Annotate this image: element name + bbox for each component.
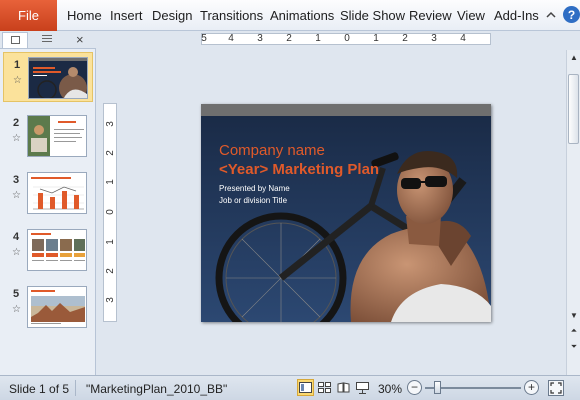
scroll-up-icon[interactable]: ▲ <box>567 50 580 64</box>
ruler-tick: 3 <box>105 121 116 127</box>
slide-sorter-icon[interactable] <box>316 379 333 396</box>
slide-3-preview <box>27 172 87 214</box>
slide-1-preview <box>28 57 88 99</box>
reading-view-icon[interactable] <box>335 379 352 396</box>
outline-tab-icon <box>42 35 52 44</box>
horizontal-ruler[interactable]: 5 4 3 2 1 0 1 2 3 4 <box>201 33 491 45</box>
star-icon: ☆ <box>12 304 21 315</box>
ruler-tick: 5 <box>201 33 207 44</box>
next-slide-icon[interactable]: ⏷ <box>567 340 580 354</box>
normal-view-icon[interactable] <box>297 379 314 396</box>
tab-animations[interactable]: Animations <box>270 8 334 23</box>
slide-thumbnail-4[interactable]: 4 ☆ <box>3 225 93 275</box>
scroll-thumb[interactable] <box>568 74 579 144</box>
slides-tab-icon <box>11 36 20 44</box>
ruler-tick: 3 <box>431 33 437 44</box>
file-tab[interactable]: File <box>0 0 57 31</box>
ruler-tick: 4 <box>228 33 234 44</box>
star-icon: ☆ <box>12 133 21 144</box>
tab-outline[interactable] <box>34 32 60 48</box>
tab-slide-show[interactable]: Slide Show <box>340 8 405 23</box>
tab-review[interactable]: Review <box>409 8 452 23</box>
close-pane-icon[interactable]: × <box>76 32 84 47</box>
tab-view[interactable]: View <box>457 8 485 23</box>
scroll-down-icon[interactable]: ▼ <box>567 308 580 322</box>
slide-thumbnail-5[interactable]: 5 ☆ <box>3 282 93 332</box>
ribbon-tab-bar: File Home Insert Design Transitions Anim… <box>0 0 580 31</box>
slide-subtitle-line-2[interactable]: Job or division Title <box>219 196 287 205</box>
previous-slide-icon[interactable]: ⏶ <box>567 324 580 338</box>
zoom-level[interactable]: 30% <box>378 382 402 396</box>
tab-transitions[interactable]: Transitions <box>200 8 263 23</box>
slide-number: 3 <box>13 174 20 186</box>
tab-add-ins[interactable]: Add-Ins <box>494 8 539 23</box>
slide-title-line-1[interactable]: Company name <box>219 142 325 159</box>
slide-number: 5 <box>13 288 20 300</box>
zoom-slider-thumb[interactable] <box>433 381 441 394</box>
ruler-tick: 1 <box>373 33 379 44</box>
ruler-tick: 4 <box>460 33 466 44</box>
slide-thumbnail-1[interactable]: 1 ☆ <box>3 52 93 102</box>
status-divider <box>75 380 76 396</box>
star-icon: ☆ <box>12 190 21 201</box>
ruler-tick: 0 <box>344 33 350 44</box>
zoom-in-button[interactable]: + <box>524 380 539 395</box>
ruler-tick: 2 <box>105 268 116 274</box>
ruler-tick: 1 <box>105 239 116 245</box>
status-bar: Slide 1 of 5 "MarketingPlan_2010_BB" 30%… <box>0 375 580 400</box>
ruler-tick: 0 <box>105 209 116 215</box>
ruler-tick: 1 <box>315 33 321 44</box>
tab-design[interactable]: Design <box>152 8 192 23</box>
slide-show-icon[interactable] <box>354 379 371 396</box>
slide-thumbnail-3[interactable]: 3 ☆ <box>3 168 93 218</box>
fit-to-window-icon[interactable] <box>548 380 564 396</box>
slide-subtitle-line-1[interactable]: Presented by Name <box>219 184 290 193</box>
current-slide[interactable]: Company name <Year> Marketing Plan Prese… <box>201 104 491 322</box>
slide-number: 4 <box>13 231 20 243</box>
ruler-tick: 2 <box>286 33 292 44</box>
slide-4-preview <box>27 229 87 271</box>
ruler-tick: 3 <box>257 33 263 44</box>
slide-thumbnail-2[interactable]: 2 ☆ <box>3 111 93 161</box>
ruler-tick: 1 <box>105 179 116 185</box>
tab-insert[interactable]: Insert <box>110 8 143 23</box>
slide-indicator: Slide 1 of 5 <box>9 382 70 396</box>
vertical-ruler[interactable]: 3 2 1 0 1 2 3 <box>103 103 117 322</box>
slide-title-line-2[interactable]: <Year> Marketing Plan <box>219 161 379 178</box>
tab-slides[interactable] <box>2 32 28 48</box>
tab-home[interactable]: Home <box>67 8 102 23</box>
ruler-tick: 3 <box>105 297 116 303</box>
ruler-tick: 2 <box>105 150 116 156</box>
slide-5-preview <box>27 286 87 328</box>
vertical-scrollbar[interactable]: ▲ ▼ ⏶ ⏷ <box>566 50 580 375</box>
zoom-out-button[interactable]: − <box>407 380 422 395</box>
pane-tabs: × <box>0 31 96 49</box>
slide-header-bar <box>201 104 491 116</box>
star-icon: ☆ <box>13 75 22 86</box>
help-icon[interactable]: ? <box>563 6 580 23</box>
slide-number: 2 <box>13 117 20 129</box>
ruler-tick: 2 <box>402 33 408 44</box>
theme-name[interactable]: "MarketingPlan_2010_BB" <box>86 382 227 396</box>
slide-number: 1 <box>14 59 21 71</box>
slide-2-preview <box>27 115 87 157</box>
star-icon: ☆ <box>12 247 21 258</box>
slide-pane: × 1 ☆ 2 ☆ 3 ☆ 4 ☆ 5 ☆ <box>0 31 96 375</box>
chevron-up-icon[interactable] <box>545 9 557 21</box>
